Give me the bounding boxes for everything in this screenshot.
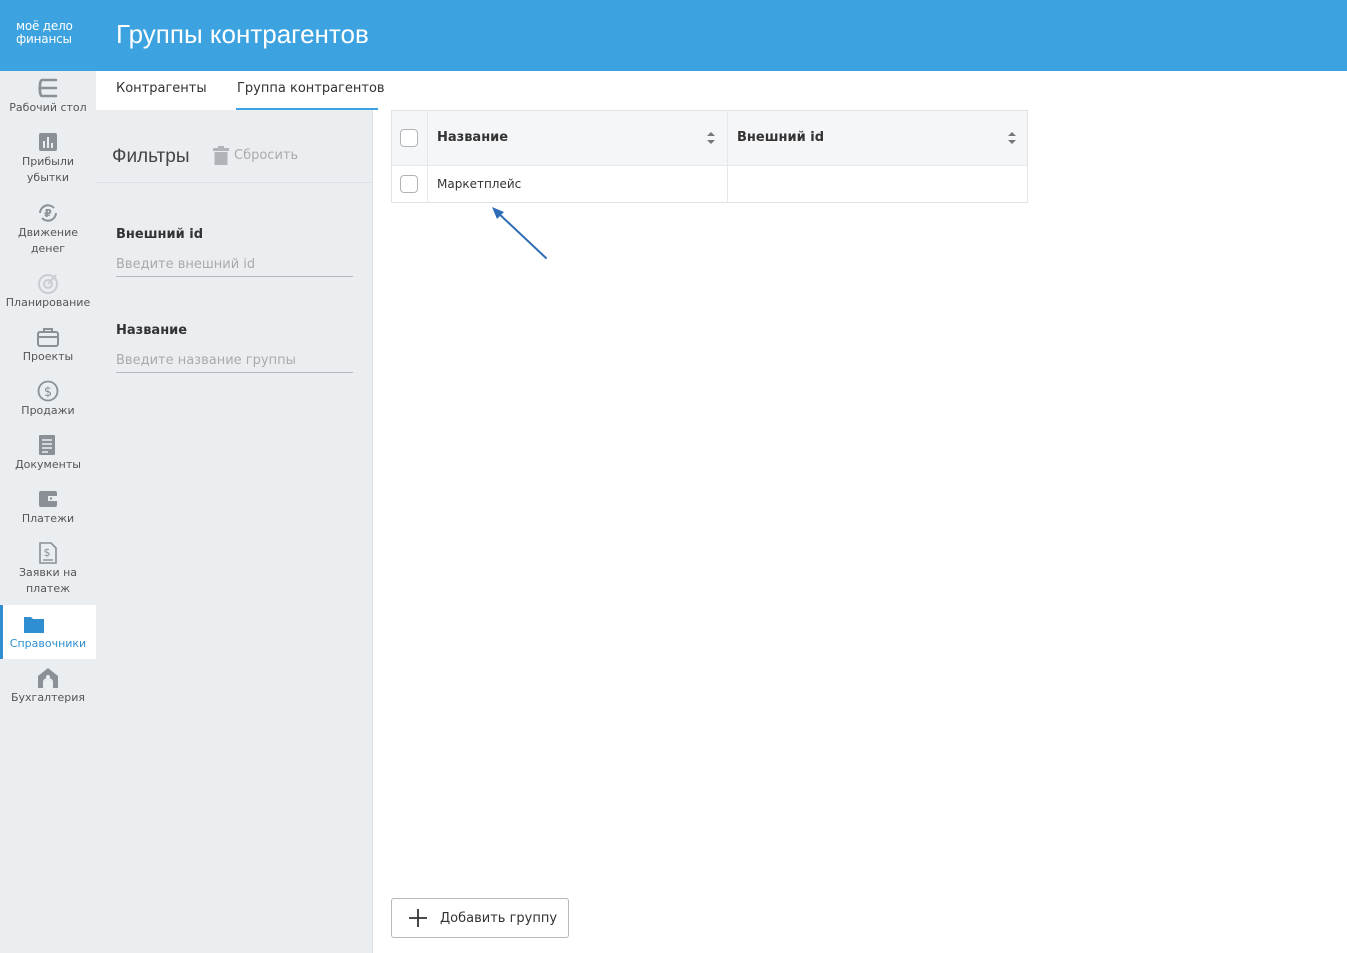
sidebar-item-desktop[interactable]: Рабочий стол	[0, 77, 96, 123]
sidebar-item-label: Заявки на платеж	[18, 566, 78, 595]
add-group-label: Добавить группу	[440, 910, 558, 926]
tab-counterparties[interactable]: Контрагенты	[116, 81, 207, 96]
table-header: Название Внешний id	[392, 111, 1027, 166]
column-header-name[interactable]: Название	[437, 130, 508, 145]
column-header-external-id[interactable]: Внешний id	[737, 130, 824, 145]
sidebar-item-label: Справочники	[9, 637, 87, 650]
page-title: Группы контрагентов	[116, 19, 369, 49]
tab-bar: Контрагенты Группа контрагентов	[96, 71, 1347, 110]
filters-divider	[96, 182, 372, 183]
ruble-cycle-icon: ₽	[39, 204, 57, 222]
house-icon	[38, 668, 58, 688]
sidebar-item-label: Рабочий стол	[9, 101, 87, 114]
sidebar-item-label: Платежи	[21, 512, 75, 525]
sidebar-item-payment-requests[interactable]: $ Заявки на платеж	[0, 542, 96, 604]
sort-icon[interactable]	[706, 131, 716, 145]
tab-counterparty-groups[interactable]: Группа контрагентов	[237, 81, 385, 96]
sidebar-item-planning[interactable]: Планирование	[0, 272, 96, 318]
sidebar-item-cashflow[interactable]: ₽ Движение денег	[0, 202, 96, 264]
sidebar-item-payments[interactable]: Платежи	[0, 488, 96, 534]
folder-icon	[24, 617, 44, 633]
sidebar-item-documents[interactable]: Документы	[0, 434, 96, 480]
reset-filters-button[interactable]: Сбросить	[213, 146, 298, 165]
sidebar-item-label: Движение денег	[17, 226, 78, 255]
sidebar-item-accounting[interactable]: Бухгалтерия	[0, 667, 96, 713]
svg-text:$: $	[44, 385, 52, 400]
group-name-input[interactable]	[116, 349, 353, 373]
target-icon	[38, 274, 58, 294]
external-id-label: Внешний id	[116, 227, 204, 242]
sidebar-item-label: Документы	[15, 458, 81, 471]
sidebar-item-profit-loss[interactable]: Прибыли убытки	[0, 131, 96, 193]
reset-label: Сбросить	[234, 148, 299, 163]
annotation-arrow	[492, 207, 547, 259]
filters-panel: Фильтры Сбросить Внешний id Название	[96, 110, 373, 953]
select-all-checkbox[interactable]	[400, 129, 418, 147]
group-name-label: Название	[116, 323, 188, 338]
sidebar-item-label: Прибыли убытки	[21, 155, 75, 184]
app-header: моё дело финансы Группы контрагентов	[0, 0, 1347, 71]
sidebar-item-sales[interactable]: $ Продажи	[0, 380, 96, 426]
column-divider	[427, 111, 428, 202]
dollar-icon: $	[37, 380, 59, 402]
sidebar-nav: Рабочий стол Прибыли убытки ₽ Движение д…	[0, 71, 96, 953]
sidebar-item-projects[interactable]: Проекты	[0, 326, 96, 372]
wallet-icon	[39, 491, 57, 507]
column-divider	[727, 111, 728, 202]
row-checkbox[interactable]	[400, 175, 418, 193]
cell-name[interactable]: Маркетплейс	[437, 177, 521, 191]
payment-request-icon: $	[39, 542, 57, 564]
sort-icon[interactable]	[1007, 131, 1017, 145]
svg-text:$: $	[44, 546, 51, 559]
plus-icon	[409, 909, 427, 927]
document-list-icon	[39, 435, 55, 455]
svg-text:₽: ₽	[44, 207, 52, 220]
add-group-button[interactable]: Добавить группу	[391, 898, 569, 938]
filters-title: Фильтры	[112, 146, 190, 167]
sidebar-item-label: Планирование	[5, 296, 91, 309]
logo[interactable]: моё дело финансы	[16, 20, 73, 46]
sidebar-item-label: Продажи	[21, 404, 75, 417]
sidebar-item-label: Проекты	[22, 350, 74, 363]
external-id-input[interactable]	[116, 253, 353, 277]
sidebar-item-directories[interactable]: Справочники	[0, 605, 96, 659]
trash-icon	[213, 146, 229, 165]
desktop-icon	[38, 78, 58, 98]
briefcase-icon	[37, 328, 59, 347]
groups-table: Название Внешний id Маркетплейс	[391, 110, 1028, 203]
bar-chart-icon	[39, 133, 57, 151]
sidebar-item-label: Бухгалтерия	[10, 691, 86, 704]
logo-line-2: финансы	[16, 32, 72, 46]
